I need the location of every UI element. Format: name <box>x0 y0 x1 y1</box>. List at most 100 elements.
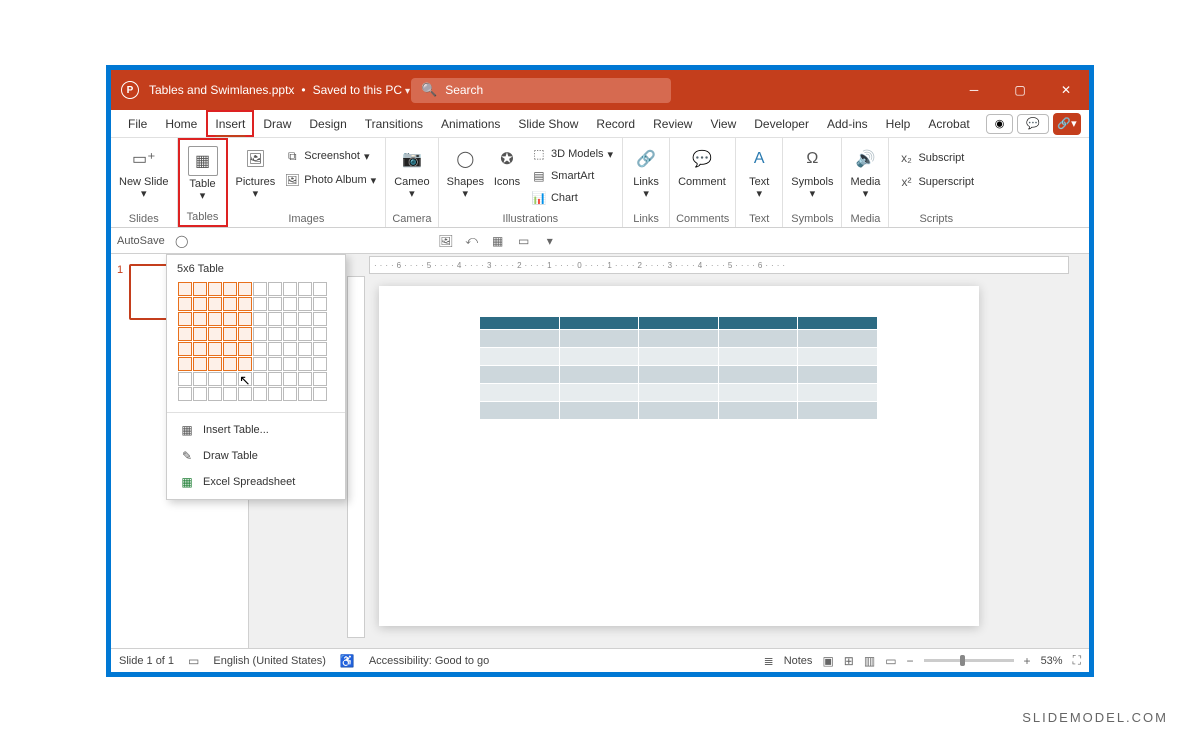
horizontal-ruler: ····6····5····4····3····2····1····0····1… <box>369 256 1069 274</box>
qat-icon[interactable]: ⤺ <box>463 232 481 250</box>
tab-home[interactable]: Home <box>156 110 206 137</box>
tab-draw[interactable]: Draw <box>254 110 300 137</box>
group-scripts: x₂Subscript x²Superscript Scripts <box>889 138 983 227</box>
text-button[interactable]: AText▾ <box>742 142 776 202</box>
qat-icon[interactable]: ▦ <box>489 232 507 250</box>
group-comments: 💬Comment Comments <box>670 138 736 227</box>
close-button[interactable]: ✕ <box>1043 70 1089 110</box>
superscript-button[interactable]: x²Superscript <box>895 172 977 192</box>
slideshow-view-icon[interactable]: ▭ <box>885 654 896 668</box>
icons-icon: ✪ <box>492 144 522 174</box>
table-button[interactable]: ▦ Table▾ <box>186 144 220 204</box>
draw-table-item[interactable]: ✎Draw Table <box>167 443 345 469</box>
links-button[interactable]: 🔗Links▾ <box>629 142 663 202</box>
cameo-button[interactable]: 📷 Cameo▾ <box>392 142 431 202</box>
comment-button[interactable]: 💬Comment <box>676 142 728 190</box>
record-indicator[interactable]: ◉ <box>986 114 1014 134</box>
group-media: 🔊Media▾ Media <box>842 138 889 227</box>
accessibility-status[interactable]: Accessibility: Good to go <box>369 655 489 667</box>
editor-body: 1 ····6····5····4····3····2····1····0···… <box>111 254 1089 648</box>
title-text: Tables and Swimlanes.pptx • Saved to thi… <box>149 83 410 97</box>
vertical-ruler <box>347 276 365 638</box>
new-slide-button[interactable]: ▭⁺ New Slide▾ <box>117 142 171 202</box>
group-images: 🖼 Pictures▾ ⧉Screenshot ▾ 🖼Photo Album ▾… <box>228 138 387 227</box>
new-slide-icon: ▭⁺ <box>129 144 159 174</box>
symbols-button[interactable]: ΩSymbols▾ <box>789 142 835 202</box>
tab-slideshow[interactable]: Slide Show <box>509 110 587 137</box>
tab-file[interactable]: File <box>119 110 156 137</box>
ribbon-tabs: File Home Insert Draw Design Transitions… <box>111 110 1089 138</box>
speaker-icon: 🔊 <box>850 144 880 174</box>
group-tables: ▦ Table▾ Tables <box>178 138 228 227</box>
titlebar: P Tables and Swimlanes.pptx • Saved to t… <box>111 70 1089 110</box>
chart-icon: 📊 <box>531 190 547 206</box>
autosave-toggle[interactable]: ◯ <box>173 232 191 250</box>
table-dropdown: 5x6 Table ▦Insert Table... ✎Draw Table ▦… <box>166 254 346 500</box>
minimize-button[interactable]: ─ <box>951 70 997 110</box>
autosave-label: AutoSave <box>117 235 165 247</box>
superscript-icon: x² <box>898 174 914 190</box>
omega-icon: Ω <box>797 144 827 174</box>
maximize-button[interactable]: ▢ <box>997 70 1043 110</box>
notes-icon: ≣ <box>764 654 774 668</box>
group-slides: ▭⁺ New Slide▾ Slides <box>111 138 178 227</box>
sorter-view-icon[interactable]: ⊞ <box>844 654 854 668</box>
smartart-button[interactable]: ▤SmartArt <box>528 166 616 186</box>
pictures-button[interactable]: 🖼 Pictures▾ <box>234 142 278 202</box>
subscript-button[interactable]: x₂Subscript <box>895 148 977 168</box>
tab-design[interactable]: Design <box>300 110 355 137</box>
table-grid-picker[interactable] <box>167 281 345 408</box>
zoom-slider[interactable] <box>924 659 1014 662</box>
search-box[interactable]: 🔍 Search <box>411 78 671 103</box>
tab-view[interactable]: View <box>701 110 745 137</box>
tab-developer[interactable]: Developer <box>745 110 818 137</box>
3dmodels-button[interactable]: ⬚3D Models ▾ <box>528 144 616 164</box>
share-button[interactable]: 🔗▾ <box>1053 113 1081 135</box>
tab-insert[interactable]: Insert <box>206 110 254 137</box>
tab-acrobat[interactable]: Acrobat <box>919 110 978 137</box>
powerpoint-logo-icon: P <box>121 81 139 99</box>
comments-toggle[interactable]: 💬 <box>1017 114 1049 134</box>
search-icon: 🔍 <box>421 82 437 98</box>
screenshot-icon: ⧉ <box>284 148 300 164</box>
photo-album-button[interactable]: 🖼Photo Album ▾ <box>281 170 379 190</box>
language-label[interactable]: English (United States) <box>213 655 326 667</box>
subscript-icon: x₂ <box>898 150 914 166</box>
tab-review[interactable]: Review <box>644 110 701 137</box>
zoom-level[interactable]: 53% <box>1041 655 1063 667</box>
qat-icon[interactable]: 🖼 <box>437 232 455 250</box>
reading-view-icon[interactable]: ▥ <box>864 654 875 668</box>
chart-button[interactable]: 📊Chart <box>528 188 616 208</box>
saved-status[interactable]: Saved to this PC <box>313 83 410 97</box>
search-placeholder: Search <box>445 83 483 97</box>
inserted-table[interactable] <box>479 316 879 420</box>
shapes-button[interactable]: ◯ Shapes▾ <box>445 142 486 202</box>
zoom-in-button[interactable]: + <box>1024 654 1031 668</box>
media-button[interactable]: 🔊Media▾ <box>848 142 882 202</box>
normal-view-icon[interactable]: ▣ <box>822 654 833 668</box>
tab-addins[interactable]: Add-ins <box>818 110 877 137</box>
zoom-out-button[interactable]: − <box>907 654 914 668</box>
fit-to-window-button[interactable]: ⛶ <box>1073 653 1081 668</box>
slide-counter: Slide 1 of 1 <box>119 655 174 667</box>
tab-transitions[interactable]: Transitions <box>356 110 432 137</box>
slide-canvas[interactable] <box>379 286 979 626</box>
filename: Tables and Swimlanes.pptx <box>149 83 294 97</box>
notes-button[interactable]: Notes <box>784 655 813 667</box>
excel-spreadsheet-item[interactable]: ▦Excel Spreadsheet <box>167 469 345 495</box>
accessibility-icon: ♿ <box>340 654 355 668</box>
qat-icon[interactable]: ▭ <box>515 232 533 250</box>
tab-help[interactable]: Help <box>877 110 920 137</box>
tab-record[interactable]: Record <box>587 110 644 137</box>
tab-animations[interactable]: Animations <box>432 110 509 137</box>
screenshot-button[interactable]: ⧉Screenshot ▾ <box>281 146 379 166</box>
smartart-icon: ▤ <box>531 168 547 184</box>
group-text: AText▾ Text <box>736 138 783 227</box>
table-icon: ▦ <box>179 422 195 438</box>
cube-icon: ⬚ <box>531 146 547 162</box>
app-window: P Tables and Swimlanes.pptx • Saved to t… <box>106 65 1094 677</box>
icons-button[interactable]: ✪ Icons <box>490 142 524 190</box>
qat-dropdown[interactable]: ▾ <box>541 232 559 250</box>
quick-access-bar: AutoSave ◯ 🖼 ⤺ ▦ ▭ ▾ <box>111 228 1089 254</box>
insert-table-item[interactable]: ▦Insert Table... <box>167 417 345 443</box>
